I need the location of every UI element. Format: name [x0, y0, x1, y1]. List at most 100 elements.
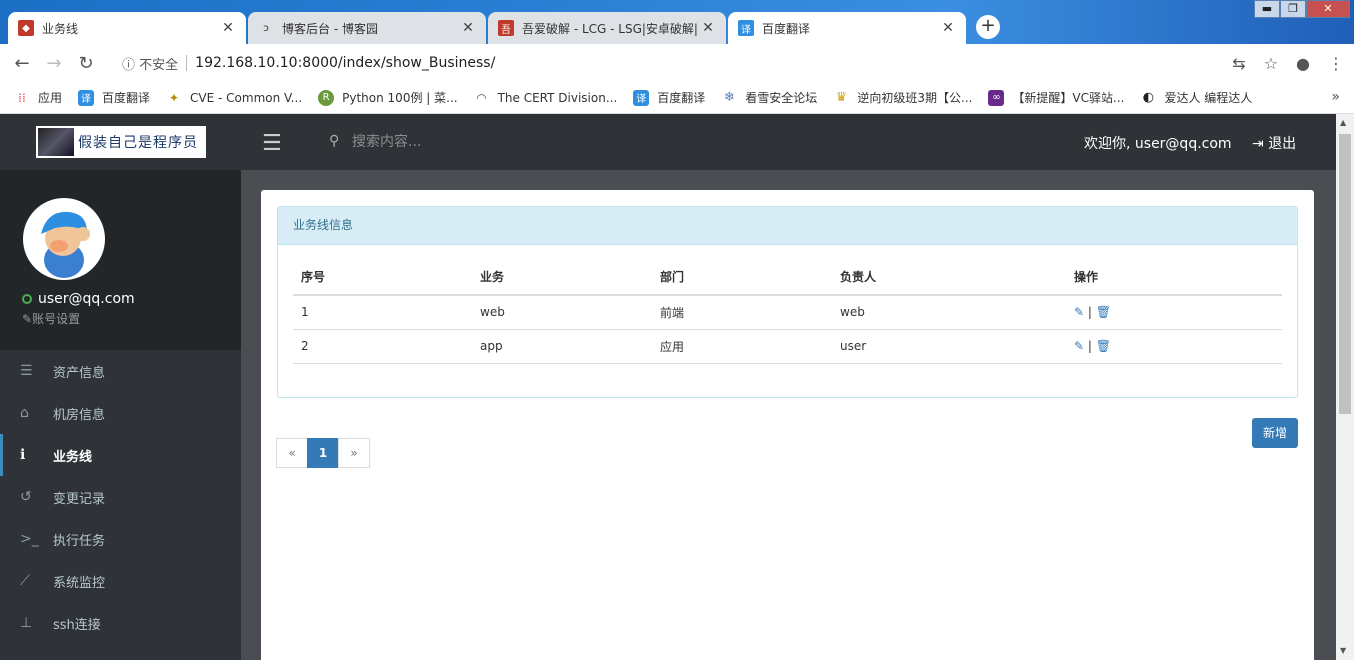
main-content: 业务线信息 序号 业务 部门 负责人 操作 1 web 前端 web ✎ | 🗑… [241, 170, 1336, 660]
tab-title: 博客后台 - 博客园 [282, 21, 378, 36]
bookmark-item[interactable]: ⁞⁞ 应用 [14, 89, 62, 106]
pagination-page[interactable]: 1 [307, 438, 339, 468]
sidebar-item-monitor[interactable]: ⟋ 系统监控 [0, 560, 241, 602]
tab-baidu-translate[interactable]: 译 百度翻译 ✕ [728, 12, 966, 44]
sign-out-icon: ⇥ [1252, 136, 1269, 152]
tab-business-line[interactable]: ◆ 业务线 ✕ [8, 12, 246, 44]
close-tab-icon[interactable]: ✕ [940, 20, 956, 36]
bookmarks-overflow-button[interactable]: » [1331, 89, 1340, 105]
tab-title: 百度翻译 [762, 21, 811, 36]
forward-icon[interactable]: → [38, 53, 70, 74]
menu-toggle-icon[interactable]: ☰ [262, 131, 282, 156]
user-profile-panel: user@qq.com ✎账号设置 [0, 170, 241, 350]
table-row: 2 app 应用 user ✎ | 🗑 [293, 329, 1282, 364]
ai-icon: ◐ [1142, 90, 1155, 105]
translate-icon: 译 [78, 89, 95, 106]
cell-actions: ✎ | 🗑 [1066, 329, 1282, 364]
info-circle-icon: ⓘ [122, 57, 140, 73]
cert-icon: ◠ [476, 90, 487, 105]
pagination-prev[interactable]: « [276, 438, 308, 468]
reload-icon[interactable]: ↻ [70, 53, 102, 74]
bookmark-item[interactable]: ◐ 爱达人 编程达人 [1140, 89, 1253, 106]
close-tab-icon[interactable]: ✕ [460, 20, 476, 36]
close-window-button[interactable]: ✕ [1306, 0, 1350, 18]
bookmark-item[interactable]: 译百度翻译 [633, 89, 705, 106]
tab-52pojie[interactable]: 吾 吾爱破解 - LCG - LSG|安卓破解| ✕ [488, 12, 726, 44]
more-menu-icon[interactable]: ⋮ [1328, 54, 1344, 73]
sidebar-item-ssh[interactable]: ⊥ ssh连接 [0, 602, 241, 644]
sidebar-item-datacenter[interactable]: ⌂ 机房信息 [0, 392, 241, 434]
back-icon[interactable]: ← [6, 53, 38, 74]
scroll-down-icon[interactable]: ▼ [1340, 646, 1346, 655]
scroll-up-icon[interactable]: ▲ [1340, 118, 1346, 127]
avatar [23, 198, 105, 280]
star-icon[interactable]: ☆ [1264, 54, 1278, 73]
edit-icon[interactable]: ✎ [1074, 305, 1084, 319]
sidebar-item-business-line[interactable]: ℹ 业务线 [0, 434, 241, 476]
cell-owner: user [832, 329, 1066, 364]
sidebar-item-assets[interactable]: ☰ 资产信息 [0, 350, 241, 392]
add-button[interactable]: 新增 [1252, 418, 1298, 448]
cell-owner: web [832, 295, 1066, 330]
tab-title: 吾爱破解 - LCG - LSG|安卓破解| [522, 21, 698, 36]
close-tab-icon[interactable]: ✕ [700, 20, 716, 36]
online-status-icon [22, 294, 32, 304]
close-tab-icon[interactable]: ✕ [220, 20, 236, 36]
logout-button[interactable]: ⇥ 退出 [1252, 133, 1296, 153]
site-logo[interactable]: 假装自己是程序员 [36, 126, 206, 158]
bookmark-item[interactable]: ✦ CVE - Common V... [166, 90, 302, 106]
sidebar-username: user@qq.com [22, 291, 135, 307]
bookmark-item[interactable]: ◠ The CERT Division... [474, 90, 617, 106]
address-bar[interactable]: 192.168.10.10:8000/index/show_Business/ [195, 55, 495, 71]
minimize-button[interactable]: ▬ [1254, 0, 1280, 18]
scrollbar-thumb[interactable] [1339, 134, 1351, 414]
terminal-icon: >_ [20, 531, 39, 547]
new-tab-button[interactable]: + [976, 15, 1000, 39]
business-line-table: 序号 业务 部门 负责人 操作 1 web 前端 web ✎ | 🗑 2 app… [293, 259, 1282, 364]
security-indicator[interactable]: ⓘ 不安全 [122, 54, 178, 73]
bookmark-item[interactable]: R Python 100例 | 菜... [318, 89, 458, 106]
search-input[interactable] [352, 130, 552, 154]
cell-dept: 前端 [652, 295, 832, 330]
bookmark-item[interactable]: ♛ 逆向初级班3期【公... [833, 89, 972, 106]
maximize-button[interactable]: ❐ [1280, 0, 1306, 18]
column-header: 操作 [1066, 259, 1282, 296]
apps-grid-icon: ⁞⁞ [18, 90, 26, 105]
runoob-icon: R [318, 89, 335, 106]
toolbar-actions: ⇆ ☆ ● ⋮ [1232, 44, 1344, 82]
sitemap-icon: ⊥ [20, 615, 33, 631]
column-header: 部门 [652, 259, 832, 296]
page-scrollbar[interactable]: ▲ ▼ [1336, 114, 1354, 660]
profile-icon[interactable]: ● [1296, 54, 1310, 73]
trash-icon[interactable]: 🗑 [1096, 339, 1111, 353]
cell-id: 1 [293, 295, 472, 330]
bookmark-item[interactable]: ❄ 看雪安全论坛 [721, 89, 817, 106]
edit-icon[interactable]: ✎ [1074, 339, 1084, 353]
app-favicon: ◆ [18, 20, 34, 36]
sidebar-item-change-log[interactable]: ↺ 变更记录 [0, 476, 241, 518]
account-settings-link[interactable]: ✎账号设置 [22, 310, 80, 327]
tab-cnblogs[interactable]: ↄ 博客后台 - 博客园 ✕ [248, 12, 486, 44]
home-icon: ⌂ [20, 405, 29, 421]
history-icon: ↺ [20, 489, 32, 505]
divider [186, 55, 188, 71]
business-line-panel: 业务线信息 序号 业务 部门 负责人 操作 1 web 前端 web ✎ | 🗑… [277, 206, 1298, 398]
trash-icon[interactable]: 🗑 [1096, 305, 1111, 319]
pagination: « 1 » [276, 438, 370, 468]
cell-business: app [472, 329, 652, 364]
pagination-next[interactable]: » [338, 438, 370, 468]
bookmark-item[interactable]: 译百度翻译 [78, 89, 150, 106]
cnblogs-favicon: ↄ [263, 22, 269, 34]
bookmarks-bar: ⁞⁞ 应用 译百度翻译 ✦ CVE - Common V... R Python 10… [0, 82, 1354, 114]
cell-dept: 应用 [652, 329, 832, 364]
avatar-image [41, 211, 90, 278]
info-icon: ℹ [20, 447, 26, 463]
cell-id: 2 [293, 329, 472, 364]
52pojie-favicon: 吾 [498, 20, 514, 36]
panel-title: 业务线信息 [278, 207, 1297, 245]
sidebar-item-tasks[interactable]: >_ 执行任务 [0, 518, 241, 560]
column-header: 负责人 [832, 259, 1066, 296]
trophy-icon: ♛ [835, 90, 848, 105]
translate-icon[interactable]: ⇆ [1232, 54, 1245, 73]
bookmark-item[interactable]: ∞ 【新提醒】VC驿站... [988, 89, 1124, 106]
